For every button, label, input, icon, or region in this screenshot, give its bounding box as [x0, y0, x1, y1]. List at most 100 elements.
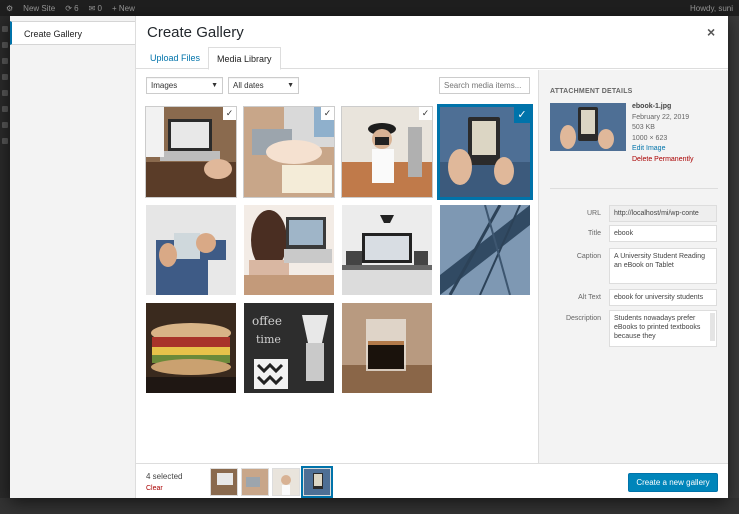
menu-icon [2, 26, 8, 32]
backdrop-right [728, 16, 739, 514]
attachment-desk-monitor[interactable] [342, 205, 432, 295]
type-filter-select[interactable]: Images ▼ [146, 77, 223, 94]
ebook-tablet-image [550, 103, 626, 151]
laptop-notes-image [244, 107, 334, 197]
alt-text-field[interactable]: ebook for university students [609, 289, 717, 306]
bridge-sky-image [440, 205, 530, 295]
edit-image-link[interactable]: Edit Image [632, 144, 693, 155]
photographer-image [342, 107, 432, 197]
wordpress-icon[interactable]: ⚙ [6, 4, 13, 13]
comments-count[interactable]: ✉ 0 [89, 4, 102, 13]
updates-number: 6 [74, 3, 79, 13]
selection-thumb[interactable] [272, 468, 300, 496]
check-icon[interactable]: ✓ [514, 107, 530, 123]
details-dimensions: 1000 × 623 [632, 134, 668, 142]
check-icon[interactable]: ✓ [321, 107, 334, 120]
attachment-bridge-sky[interactable] [440, 205, 530, 295]
url-label: URL [586, 210, 601, 217]
laptop-notes-image [242, 469, 268, 495]
attachment-details-panel: ATTACHMENT DETAILS ebook-1.jpg February … [538, 70, 728, 463]
photographer-image [273, 469, 299, 495]
selection-count: 4 selected [146, 472, 183, 481]
media-modal: Create Gallery Create Gallery × Upload F… [10, 16, 728, 498]
woman-laptop-image [244, 205, 334, 295]
laptop-desk-image [211, 469, 237, 495]
sandwich-image [146, 303, 236, 393]
type-filter-value: Images [151, 81, 178, 90]
espresso-glass-image [342, 303, 432, 393]
create-gallery-button[interactable]: Create a new gallery [628, 473, 718, 492]
attachment-laptop-desk[interactable]: ✓ [145, 106, 237, 198]
attachment-espresso-glass[interactable] [342, 303, 432, 393]
coffee-chalkboard-image: offee time [244, 303, 334, 393]
site-name-link[interactable]: New Site [23, 4, 55, 13]
attachment-coffee-chalkboard[interactable]: offee time [244, 303, 334, 393]
media-footer: 4 selected Clear Create a new gallery [136, 463, 728, 498]
tab-media-library[interactable]: Media Library [208, 47, 281, 70]
attachment-tablet-user[interactable] [146, 205, 236, 295]
menu-item-create-gallery[interactable]: Create Gallery [10, 21, 135, 45]
tablet-user-image [146, 205, 236, 295]
attachment-sandwich[interactable] [146, 303, 236, 393]
alt-text-label: Alt Text [578, 294, 601, 301]
laptop-desk-image [146, 107, 236, 197]
menu-icon [2, 42, 8, 48]
description-scrollbar[interactable] [710, 313, 715, 341]
menu-icon [2, 90, 8, 96]
details-meta: ebook-1.jpg February 22, 2019 503 KB 100… [632, 102, 693, 165]
tab-upload-files[interactable]: Upload Files [142, 47, 208, 69]
menu-icon [2, 122, 8, 128]
menu-icon [2, 106, 8, 112]
date-filter-select[interactable]: All dates ▼ [228, 77, 299, 94]
description-label: Description [565, 315, 601, 322]
media-toolbar: Images ▼ All dates ▼ [136, 70, 538, 104]
details-filename: ebook-1.jpg [632, 103, 672, 110]
caption-label: Caption [576, 253, 601, 260]
selection-thumb[interactable] [210, 468, 238, 496]
menu-icon [2, 74, 8, 80]
chevron-down-icon: ▼ [287, 82, 294, 89]
svg-text:offee: offee [252, 314, 282, 328]
details-heading: ATTACHMENT DETAILS [550, 88, 633, 95]
title-field[interactable]: ebook [609, 225, 717, 242]
ebook-tablet-image [304, 469, 330, 495]
svg-text:time: time [256, 333, 281, 346]
caption-field[interactable]: A University Student Reading an eBook on… [609, 248, 717, 284]
details-thumbnail [550, 103, 626, 151]
search-input[interactable] [439, 77, 530, 94]
desk-monitor-image [342, 205, 432, 295]
menu-icon [2, 138, 8, 144]
attachment-woman-laptop[interactable] [244, 205, 334, 295]
check-icon[interactable]: ✓ [223, 107, 236, 120]
comments-number: 0 [97, 3, 102, 13]
description-field[interactable]: Students nowadays prefer eBooks to print… [609, 310, 717, 347]
details-divider [550, 188, 718, 189]
selection-thumb[interactable] [241, 468, 269, 496]
admin-bar: ⚙ New Site ⟳ 6 ✉ 0 + New Howdy, suni [0, 0, 739, 16]
check-icon[interactable]: ✓ [419, 107, 432, 120]
backdrop-bottom [0, 498, 739, 514]
howdy-user[interactable]: Howdy, suni [690, 4, 733, 13]
url-field[interactable]: http://localhost/mi/wp-conte [609, 205, 717, 222]
attachments-grid: ✓ ✓ ✓ ✓ offee time [136, 104, 538, 464]
clear-selection-link[interactable]: Clear [146, 485, 163, 492]
selection-thumb-active[interactable] [301, 466, 333, 498]
modal-title: Create Gallery [147, 24, 244, 41]
admin-sidebar-backdrop [0, 16, 10, 514]
details-filesize: 503 KB [632, 124, 655, 131]
new-content-link[interactable]: + New [112, 4, 135, 13]
description-text: Students nowadays prefer eBooks to print… [614, 315, 701, 340]
date-filter-value: All dates [233, 81, 264, 90]
delete-permanently-link[interactable]: Delete Permanently [632, 155, 693, 166]
router-tabs: Upload Files Media Library [136, 47, 728, 70]
menu-icon [2, 58, 8, 64]
details-date: February 22, 2019 [632, 113, 690, 121]
attachment-laptop-notes[interactable]: ✓ [243, 106, 335, 198]
close-icon[interactable]: × [707, 24, 715, 40]
updates-count[interactable]: ⟳ 6 [65, 4, 78, 13]
chevron-down-icon: ▼ [211, 82, 218, 89]
attachment-photographer[interactable]: ✓ [341, 106, 433, 198]
attachment-ebook-tablet[interactable]: ✓ [437, 104, 533, 200]
title-label: Title [588, 230, 601, 237]
media-menu: Create Gallery [10, 16, 136, 498]
